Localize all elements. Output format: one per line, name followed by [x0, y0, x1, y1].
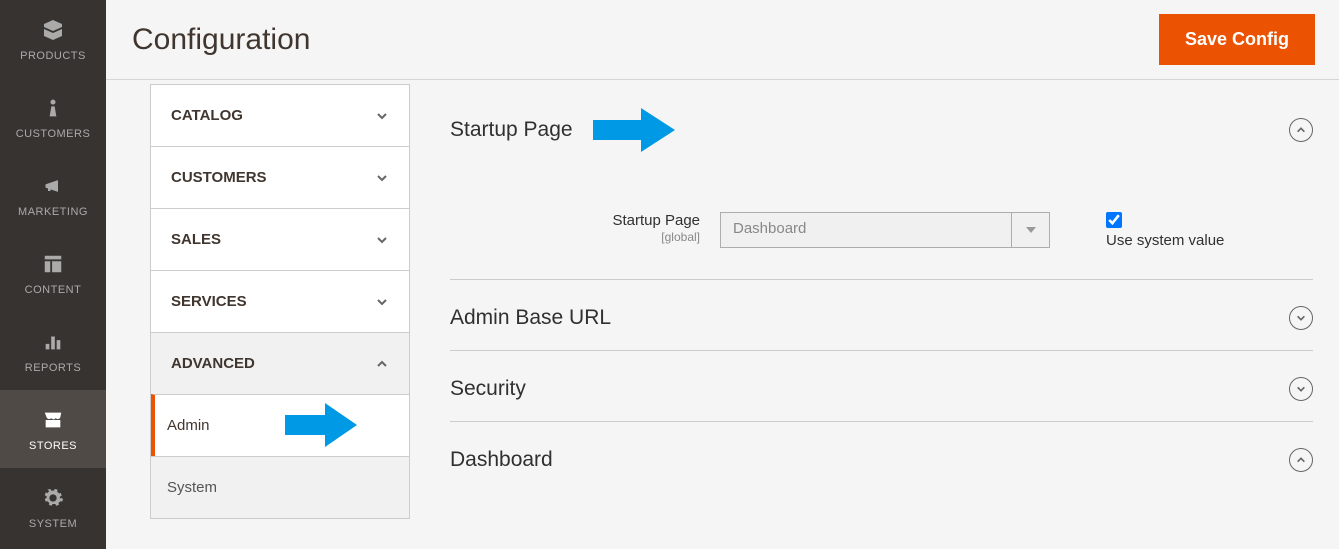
rail-item-content[interactable]: CONTENT — [0, 234, 106, 312]
section-title-text: Admin Base URL — [450, 306, 611, 330]
config-group-label: SALES — [171, 231, 221, 248]
rail-item-marketing[interactable]: MARKETING — [0, 156, 106, 234]
admin-rail: PRODUCTS CUSTOMERS MARKETING CONTENT REP… — [0, 0, 106, 549]
section-title-text: Security — [450, 377, 526, 401]
use-system-value-checkbox[interactable]: Use system value — [1106, 212, 1224, 249]
config-group-label: ADVANCED — [171, 355, 255, 372]
store-icon — [39, 406, 67, 434]
content: CATALOG CUSTOMERS SALES SERVICES — [106, 80, 1339, 549]
config-sub-admin[interactable]: Admin — [151, 394, 409, 456]
rail-item-reports[interactable]: REPORTS — [0, 312, 106, 390]
config-sub-label: System — [167, 479, 217, 496]
expand-down-icon — [1289, 306, 1313, 330]
field-sys-col: Use system value — [1050, 212, 1224, 249]
page-header: Configuration Save Config — [106, 0, 1339, 80]
config-group-advanced[interactable]: ADVANCED — [151, 332, 409, 394]
config-group-label: CATALOG — [171, 107, 243, 124]
section-title-text: Dashboard — [450, 448, 553, 472]
config-group-sales[interactable]: SALES — [151, 208, 409, 270]
collapse-up-icon — [1289, 448, 1313, 472]
rail-item-customers[interactable]: CUSTOMERS — [0, 78, 106, 156]
startup-page-select[interactable]: Dashboard — [720, 212, 1050, 248]
chevron-down-icon — [375, 109, 389, 123]
use-system-value-label: Use system value — [1106, 232, 1224, 249]
rail-label: REPORTS — [25, 362, 81, 374]
config-group-label: CUSTOMERS — [171, 169, 267, 186]
section-header-security[interactable]: Security — [450, 351, 1313, 422]
config-group-services[interactable]: SERVICES — [151, 270, 409, 332]
gear-icon — [39, 484, 67, 512]
config-group-catalog[interactable]: CATALOG — [151, 84, 409, 146]
page-title: Configuration — [132, 23, 310, 57]
collapse-up-icon — [1289, 118, 1313, 142]
chevron-down-icon — [375, 171, 389, 185]
megaphone-icon — [39, 172, 67, 200]
section-header-dashboard[interactable]: Dashboard — [450, 422, 1313, 492]
box-icon — [39, 16, 67, 44]
select-value: Dashboard — [721, 213, 1011, 247]
field-input-col: Dashboard — [720, 212, 1050, 249]
rail-label: CONTENT — [25, 284, 82, 296]
chevron-down-icon — [375, 295, 389, 309]
config-sub-system[interactable]: System — [151, 456, 409, 518]
section-title-text: Startup Page — [450, 118, 573, 142]
bars-icon — [39, 328, 67, 356]
rail-label: CUSTOMERS — [16, 128, 91, 140]
layout-icon — [39, 250, 67, 278]
section-header-startup[interactable]: Startup Page — [450, 84, 1313, 172]
use-system-value-input[interactable] — [1106, 212, 1122, 228]
annotation-arrow-icon — [285, 403, 357, 447]
expand-down-icon — [1289, 377, 1313, 401]
save-config-button[interactable]: Save Config — [1159, 14, 1315, 65]
config-nav: CATALOG CUSTOMERS SALES SERVICES — [150, 84, 410, 519]
field-scope: [global] — [450, 230, 700, 244]
rail-item-stores[interactable]: STORES — [0, 390, 106, 468]
rail-label: MARKETING — [18, 206, 88, 218]
dropdown-arrow-icon — [1011, 213, 1049, 247]
section-header-base-url[interactable]: Admin Base URL — [450, 280, 1313, 351]
rail-item-system[interactable]: SYSTEM — [0, 468, 106, 546]
person-icon — [39, 94, 67, 122]
annotation-arrow-icon — [593, 108, 675, 152]
field-row-startup-page: Startup Page [global] Dashboard Use syst… — [450, 172, 1313, 280]
field-label-col: Startup Page [global] — [450, 212, 720, 249]
main: Configuration Save Config CATALOG CUSTOM… — [106, 0, 1339, 549]
chevron-up-icon — [375, 357, 389, 371]
config-group-label: SERVICES — [171, 293, 247, 310]
chevron-down-icon — [375, 233, 389, 247]
rail-item-products[interactable]: PRODUCTS — [0, 0, 106, 78]
rail-label: SYSTEM — [29, 518, 77, 530]
config-sub-label: Admin — [167, 417, 210, 434]
config-group-customers[interactable]: CUSTOMERS — [151, 146, 409, 208]
rail-label: PRODUCTS — [20, 50, 86, 62]
rail-label: STORES — [29, 440, 77, 452]
field-label: Startup Page — [612, 212, 700, 229]
form-panel: Startup Page Startup Page [global] Dashb… — [410, 80, 1339, 549]
